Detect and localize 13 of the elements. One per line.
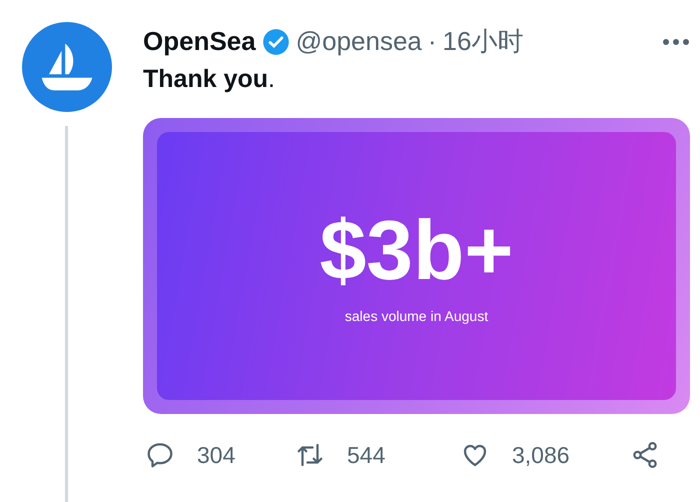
author-handle[interactable]: @opensea [296,26,422,57]
card-caption: sales volume in August [344,308,488,324]
more-options-icon[interactable] [662,38,690,46]
tweet-text: Thank you. [143,65,276,94]
ship-avatar-icon[interactable] [22,22,112,112]
media-card[interactable]: $3b+ sales volume in August [143,118,690,414]
author-name[interactable]: OpenSea [143,26,256,57]
reply-button[interactable]: 304 [145,440,295,470]
separator-dot: · [428,26,437,57]
card-headline: $3b+ [320,208,514,292]
like-button[interactable]: 3,086 [460,440,630,470]
retweet-button[interactable]: 544 [295,440,460,470]
post-time[interactable]: 16小时 [442,24,524,59]
